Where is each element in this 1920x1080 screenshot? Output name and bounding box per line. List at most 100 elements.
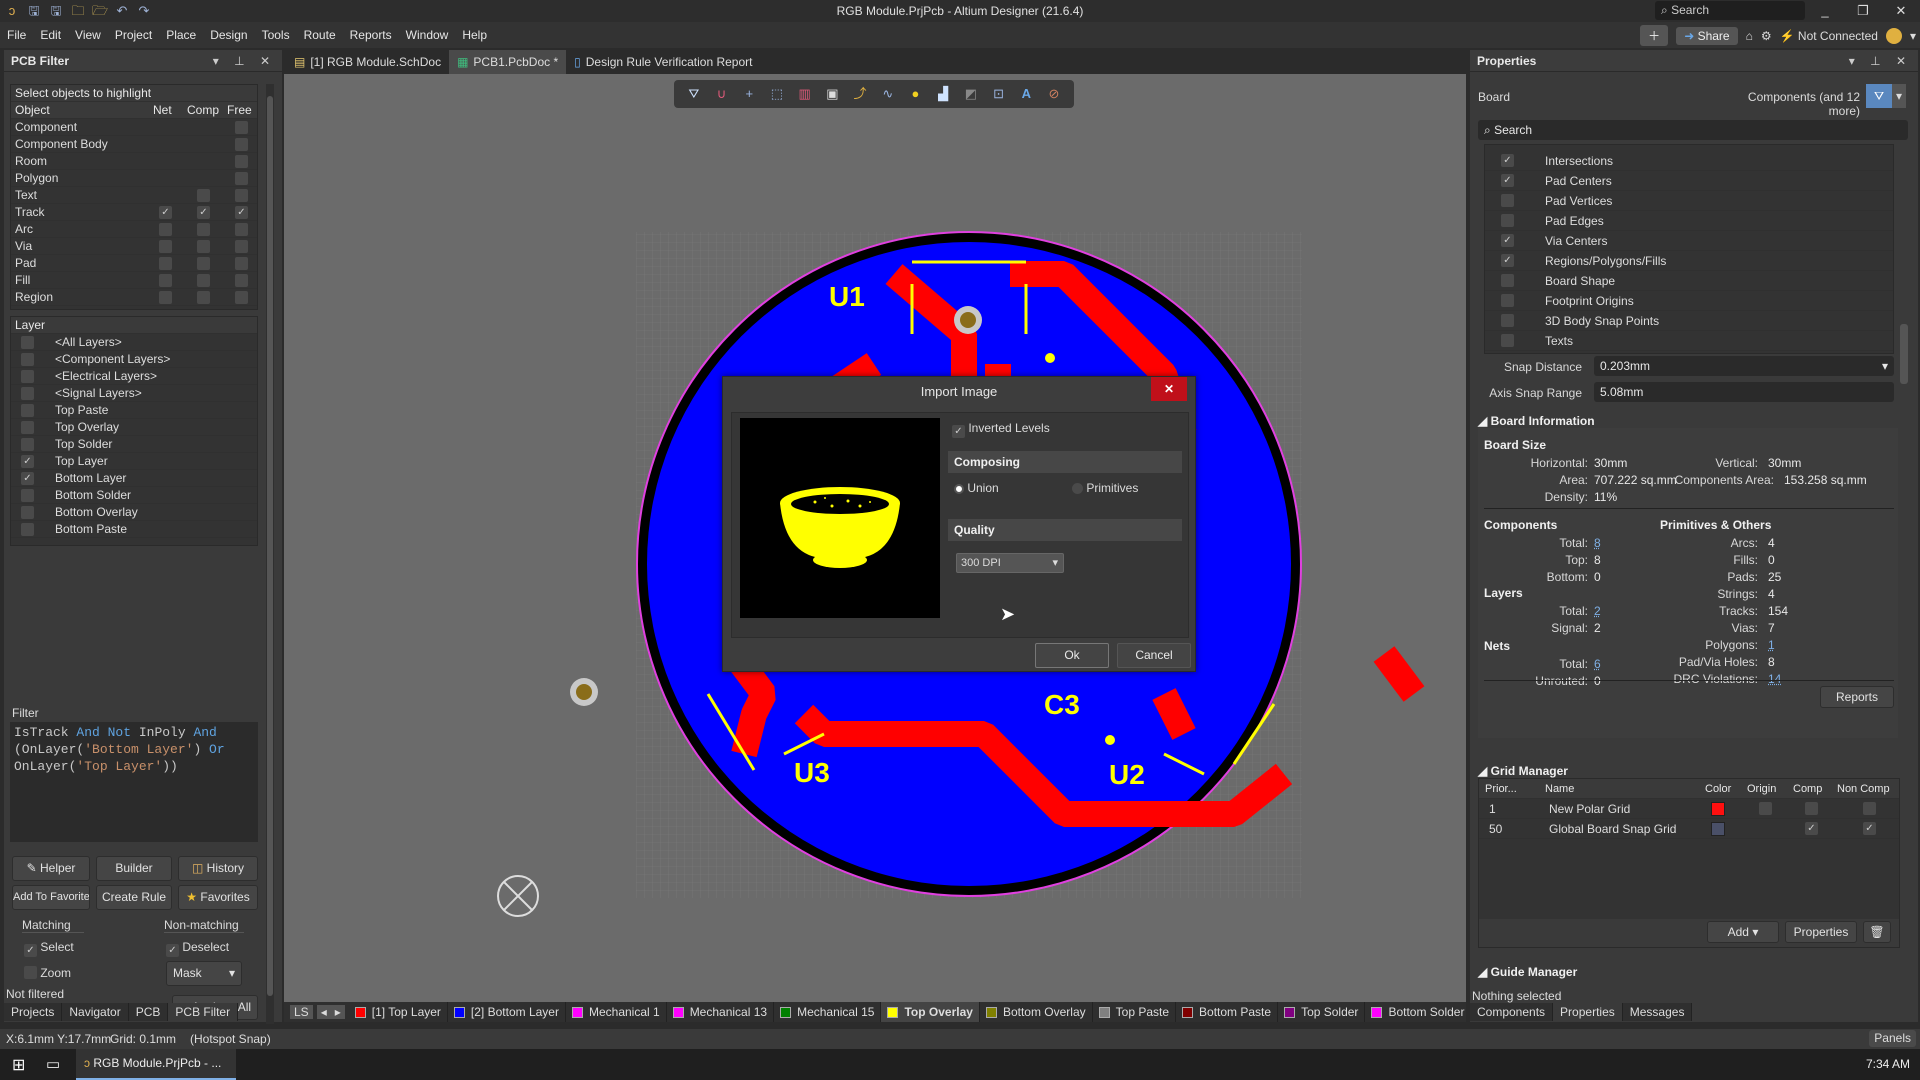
tab-pcb[interactable]: PCB bbox=[128, 1003, 169, 1021]
grid-properties-button[interactable]: Properties bbox=[1785, 921, 1857, 943]
board-information-header[interactable]: ◢ Board Information bbox=[1478, 414, 1595, 428]
layer-tab[interactable]: Top Paste bbox=[1093, 1002, 1177, 1022]
info-value[interactable]: 8 bbox=[1594, 536, 1601, 550]
column-origin[interactable]: Origin bbox=[1747, 779, 1776, 799]
tune-length-icon[interactable]: ∿ bbox=[879, 85, 897, 103]
free-checkbox[interactable] bbox=[235, 240, 248, 253]
snap-magnet-icon[interactable]: ∪ bbox=[713, 85, 731, 103]
free-checkbox[interactable] bbox=[235, 274, 248, 287]
arc-region-icon[interactable]: ◩ bbox=[962, 85, 980, 103]
user-avatar[interactable] bbox=[1885, 27, 1902, 44]
gear-icon[interactable]: ⚙ bbox=[1761, 29, 1772, 43]
tab-pcbdoc[interactable]: ▦ PCB1.PcbDoc * bbox=[449, 50, 567, 74]
layer-tab[interactable]: Mechanical 13 bbox=[667, 1002, 775, 1022]
layer-tab[interactable]: Bottom Solder bbox=[1365, 1002, 1466, 1022]
filter-dropdown[interactable]: ▾ bbox=[1892, 84, 1906, 108]
favorites-button[interactable]: ★ Favorites bbox=[178, 885, 258, 910]
comp-checkbox[interactable] bbox=[197, 257, 210, 270]
menu-reports[interactable]: Reports bbox=[343, 22, 399, 48]
zoom-checkbox[interactable]: Zoom bbox=[24, 964, 71, 980]
chevron-down-icon[interactable]: ▾ bbox=[1910, 29, 1916, 43]
layer-tab[interactable]: Top Overlay bbox=[881, 1002, 980, 1022]
mask-dropdown[interactable]: Mask ▾ bbox=[166, 961, 242, 986]
tab-projects[interactable]: Projects bbox=[4, 1003, 63, 1021]
layer-row[interactable]: <Component Layers> bbox=[11, 351, 257, 368]
axis-snap-input[interactable]: 5.08mm bbox=[1594, 382, 1894, 402]
layer-row[interactable]: Bottom Solder bbox=[11, 487, 257, 504]
column-priority[interactable]: Prior... bbox=[1485, 779, 1517, 799]
polygon-icon[interactable]: ▟ bbox=[934, 85, 952, 103]
via-pad-icon[interactable]: ● bbox=[906, 85, 924, 103]
menu-file[interactable]: File bbox=[0, 22, 33, 48]
comp-checkbox[interactable] bbox=[197, 223, 210, 236]
tab-schdoc[interactable]: ▤ [1] RGB Module.SchDoc bbox=[286, 50, 449, 74]
primitives-radio[interactable]: Primitives bbox=[1072, 481, 1138, 495]
layer-checkbox[interactable] bbox=[21, 404, 34, 417]
deselect-checkbox[interactable]: ✓ Deselect bbox=[166, 940, 229, 957]
layer-checkbox[interactable] bbox=[21, 523, 34, 536]
layer-tab[interactable]: [2] Bottom Layer bbox=[448, 1002, 566, 1022]
net-checkbox[interactable] bbox=[159, 257, 172, 270]
delete-grid-button[interactable]: 🗑 bbox=[1863, 921, 1891, 943]
column-non-comp[interactable]: Non Comp bbox=[1837, 779, 1890, 799]
snap-option-row[interactable]: Pad Edges bbox=[1485, 211, 1893, 231]
snap-option-row[interactable]: ✓ Pad Centers bbox=[1485, 171, 1893, 191]
tab-navigator[interactable]: Navigator bbox=[62, 1003, 129, 1021]
grid-manager-header[interactable]: ◢ Grid Manager bbox=[1478, 764, 1568, 778]
next-layer-icon[interactable]: ▸ bbox=[330, 1005, 345, 1019]
free-checkbox[interactable] bbox=[235, 172, 248, 185]
home-icon[interactable]: ⌂ bbox=[1746, 29, 1753, 43]
crosshair-icon[interactable]: + bbox=[740, 85, 758, 103]
menu-place[interactable]: Place bbox=[159, 22, 203, 48]
filter-icon[interactable]: ⛛ bbox=[685, 85, 703, 103]
tab-pcb-filter[interactable]: PCB Filter bbox=[168, 1003, 239, 1021]
layer-checkbox[interactable] bbox=[21, 489, 34, 502]
taskbar-app-altium[interactable]: ↄ RGB Module.PrjPcb - ... bbox=[76, 1049, 236, 1080]
grid-row[interactable]: 1 New Polar Grid bbox=[1479, 799, 1899, 819]
free-checkbox[interactable] bbox=[235, 189, 248, 202]
net-checkbox[interactable] bbox=[159, 223, 172, 236]
menu-project[interactable]: Project bbox=[108, 22, 159, 48]
grid-comp-checkbox[interactable] bbox=[1805, 802, 1818, 815]
properties-scrollbar[interactable] bbox=[1900, 144, 1908, 394]
layer-row[interactable]: <Electrical Layers> bbox=[11, 368, 257, 385]
grid-color-swatch[interactable] bbox=[1711, 802, 1725, 816]
net-checkbox[interactable] bbox=[159, 240, 172, 253]
layer-row[interactable]: ✓ Bottom Layer bbox=[11, 470, 257, 487]
grid-noncomp-checkbox[interactable]: ✓ bbox=[1863, 822, 1876, 835]
layer-checkbox[interactable] bbox=[21, 353, 34, 366]
panel-controls[interactable]: ▾ ⊥ ✕ bbox=[213, 50, 276, 72]
snap-option-row[interactable]: Texts bbox=[1485, 331, 1893, 351]
comp-checkbox[interactable]: ✓ bbox=[197, 206, 210, 219]
info-value[interactable]: 14 bbox=[1768, 672, 1781, 686]
column-name[interactable]: Name bbox=[1545, 779, 1574, 799]
global-search[interactable]: ⌕ Search bbox=[1655, 1, 1805, 20]
menu-window[interactable]: Window bbox=[399, 22, 456, 48]
layer-row[interactable]: ✓ Top Layer bbox=[11, 453, 257, 470]
free-checkbox[interactable] bbox=[235, 121, 248, 134]
layer-row[interactable]: <Signal Layers> bbox=[11, 385, 257, 402]
snap-option-checkbox[interactable]: ✓ bbox=[1501, 154, 1514, 167]
net-checkbox[interactable] bbox=[159, 274, 172, 287]
free-checkbox[interactable] bbox=[235, 257, 248, 270]
reports-button[interactable]: Reports bbox=[1820, 686, 1894, 708]
selection-filter-button[interactable]: ⛛ bbox=[1866, 84, 1892, 108]
layer-set-button[interactable]: LS bbox=[290, 1005, 313, 1019]
comp-checkbox[interactable] bbox=[197, 240, 210, 253]
add-grid-button[interactable]: Add ▾ bbox=[1707, 921, 1779, 943]
share-button[interactable]: ➜ Share bbox=[1676, 26, 1738, 45]
union-radio[interactable]: Union bbox=[954, 481, 999, 495]
filter-expression-input[interactable]: IsTrack And Not InPoly And (OnLayer('Bot… bbox=[10, 722, 258, 842]
task-view-icon[interactable]: ▭ bbox=[46, 1055, 60, 1073]
menu-view[interactable]: View bbox=[68, 22, 108, 48]
panel-controls[interactable]: ▾ ⊥ ✕ bbox=[1849, 50, 1912, 72]
text-icon[interactable]: A bbox=[1017, 85, 1035, 103]
info-value[interactable]: 1 bbox=[1768, 638, 1775, 652]
tab-components[interactable]: Components bbox=[1470, 1003, 1554, 1021]
panels-button[interactable]: Panels bbox=[1869, 1030, 1916, 1047]
route-icon[interactable]: ⤴ bbox=[851, 85, 869, 103]
tab-messages[interactable]: Messages bbox=[1622, 1003, 1693, 1021]
layer-row[interactable]: Bottom Paste bbox=[11, 521, 257, 538]
layer-tab[interactable]: Mechanical 1 bbox=[566, 1002, 667, 1022]
free-checkbox[interactable] bbox=[235, 155, 248, 168]
